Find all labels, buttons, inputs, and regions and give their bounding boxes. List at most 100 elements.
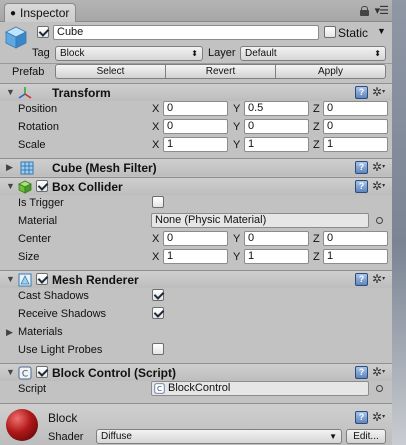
y-axis-label: Y xyxy=(233,121,241,133)
prefab-label: Prefab xyxy=(12,66,45,78)
mesh-filter-header[interactable]: ▶ Cube (Mesh Filter) ? ✲▾ xyxy=(0,158,392,176)
static-checkbox[interactable] xyxy=(324,26,336,38)
mesh-renderer-header[interactable]: ▼ Mesh Renderer ? ✲▾ xyxy=(0,270,392,288)
help-book-icon[interactable]: ? xyxy=(355,161,368,174)
material-ball-preview xyxy=(6,409,38,441)
size-z-field[interactable]: 1 xyxy=(323,249,388,264)
shader-label: Shader xyxy=(48,431,84,443)
lock-icon[interactable] xyxy=(359,6,369,16)
help-book-icon[interactable]: ? xyxy=(355,366,368,379)
box-collider-enabled-checkbox[interactable] xyxy=(36,180,48,192)
center-x-field[interactable]: 0 xyxy=(163,231,228,246)
layer-label: Layer xyxy=(208,47,236,59)
script-value: BlockControl xyxy=(168,382,231,394)
shader-dropdown[interactable]: Diffuse ▼ xyxy=(96,429,342,444)
gear-icon[interactable]: ✲▾ xyxy=(372,161,385,173)
position-y-field[interactable]: 0.5 xyxy=(244,101,309,116)
script-file-icon: C xyxy=(154,383,165,394)
mesh-filter-title: Cube (Mesh Filter) xyxy=(52,161,157,175)
script-enabled-checkbox[interactable] xyxy=(36,366,48,378)
center-y-field[interactable]: 0 xyxy=(244,231,309,246)
tab-label: Inspector xyxy=(20,6,70,20)
gear-icon[interactable]: ✲▾ xyxy=(372,86,385,98)
help-book-icon[interactable]: ? xyxy=(355,86,368,99)
cast-shadows-checkbox[interactable] xyxy=(152,289,164,301)
y-axis-label: Y xyxy=(233,139,241,151)
rotation-x-field[interactable]: 0 xyxy=(163,119,228,134)
info-icon: ● xyxy=(10,7,17,19)
object-name-input[interactable]: Cube xyxy=(53,25,319,40)
prefab-select-button[interactable]: Select xyxy=(55,64,166,79)
rotation-y-field[interactable]: 0 xyxy=(244,119,309,134)
y-axis-label: Y xyxy=(233,233,241,245)
prefab-revert-button[interactable]: Revert xyxy=(165,64,276,79)
size-x-field[interactable]: 1 xyxy=(163,249,228,264)
rotation-label: Rotation xyxy=(18,121,59,133)
z-axis-label: Z xyxy=(313,103,320,115)
position-label: Position xyxy=(18,103,58,115)
fold-arrow-icon[interactable]: ▼ xyxy=(6,367,15,377)
size-label: Size xyxy=(18,251,40,263)
is-trigger-checkbox[interactable] xyxy=(152,196,164,208)
material-label: Material xyxy=(18,215,58,227)
transform-header[interactable]: ▼ Transform ? ✲▾ xyxy=(0,83,392,101)
position-x-field[interactable]: 0 xyxy=(163,101,228,116)
object-active-checkbox[interactable] xyxy=(37,26,49,38)
z-axis-label: Z xyxy=(313,121,320,133)
tag-label: Tag xyxy=(32,47,50,59)
script-object-field[interactable]: C BlockControl xyxy=(151,381,369,396)
tag-dropdown[interactable]: Block ⬍ xyxy=(55,46,203,61)
dropdown-arrow-icon: ▼ xyxy=(329,432,337,441)
tab-inspector[interactable]: ● Inspector xyxy=(4,3,76,22)
center-z-field[interactable]: 0 xyxy=(323,231,388,246)
prefab-apply-button[interactable]: Apply xyxy=(275,64,386,79)
fold-arrow-icon[interactable]: ▼ xyxy=(6,181,15,191)
static-dropdown-arrow[interactable]: ▼ xyxy=(377,26,386,36)
rotation-z-field[interactable]: 0 xyxy=(323,119,388,134)
tag-value: Block xyxy=(60,48,85,59)
z-axis-label: Z xyxy=(313,233,320,245)
y-axis-label: Y xyxy=(233,251,241,263)
scale-x-field[interactable]: 1 xyxy=(163,137,228,152)
help-book-icon[interactable]: ? xyxy=(355,180,368,193)
cube-icon xyxy=(5,26,27,49)
fold-arrow-icon[interactable]: ▼ xyxy=(6,274,15,284)
x-axis-label: X xyxy=(152,103,160,115)
object-picker-icon[interactable] xyxy=(376,217,383,224)
box-collider-header[interactable]: ▼ Box Collider ? ✲▾ xyxy=(0,177,392,195)
fold-arrow-icon[interactable]: ▼ xyxy=(6,87,15,97)
object-header: Cube Static ▼ Tag Block ⬍ Layer Default … xyxy=(0,22,392,64)
help-book-icon[interactable]: ? xyxy=(355,273,368,286)
material-object-field[interactable]: None (Physic Material) xyxy=(151,213,369,228)
shader-edit-button[interactable]: Edit... xyxy=(346,429,386,444)
scale-label: Scale xyxy=(18,139,46,151)
help-book-icon[interactable]: ? xyxy=(355,411,368,424)
gear-icon[interactable]: ✲▾ xyxy=(372,180,385,192)
material-name: Block xyxy=(48,411,78,425)
receive-shadows-checkbox[interactable] xyxy=(152,307,164,319)
menu-icon[interactable]: ▾☰ xyxy=(375,6,389,17)
size-y-field[interactable]: 1 xyxy=(244,249,309,264)
gear-icon[interactable]: ✲▾ xyxy=(372,411,385,423)
scale-z-field[interactable]: 1 xyxy=(323,137,388,152)
mesh-renderer-icon xyxy=(18,273,32,287)
center-label: Center xyxy=(18,233,52,245)
y-axis-label: Y xyxy=(233,103,241,115)
static-label: Static xyxy=(338,26,369,40)
materials-label[interactable]: Materials xyxy=(18,326,63,338)
gear-icon[interactable]: ✲▾ xyxy=(372,366,385,378)
fold-arrow-icon[interactable]: ▶ xyxy=(6,162,13,173)
layer-dropdown[interactable]: Default ⬍ xyxy=(240,46,386,61)
position-z-field[interactable]: 0 xyxy=(323,101,388,116)
scale-y-field[interactable]: 1 xyxy=(244,137,309,152)
object-picker-icon[interactable] xyxy=(376,385,383,392)
gear-icon[interactable]: ✲▾ xyxy=(372,273,385,285)
mesh-renderer-enabled-checkbox[interactable] xyxy=(36,273,48,285)
svg-text:C: C xyxy=(22,370,28,380)
layer-value: Default xyxy=(245,48,277,59)
x-axis-label: X xyxy=(152,139,160,151)
script-component-header[interactable]: ▼ C Block Control (Script) ? ✲▾ xyxy=(0,363,392,381)
transform-title: Transform xyxy=(52,86,111,100)
use-light-probes-checkbox[interactable] xyxy=(152,343,164,355)
materials-fold-arrow-icon[interactable]: ▶ xyxy=(6,327,13,338)
